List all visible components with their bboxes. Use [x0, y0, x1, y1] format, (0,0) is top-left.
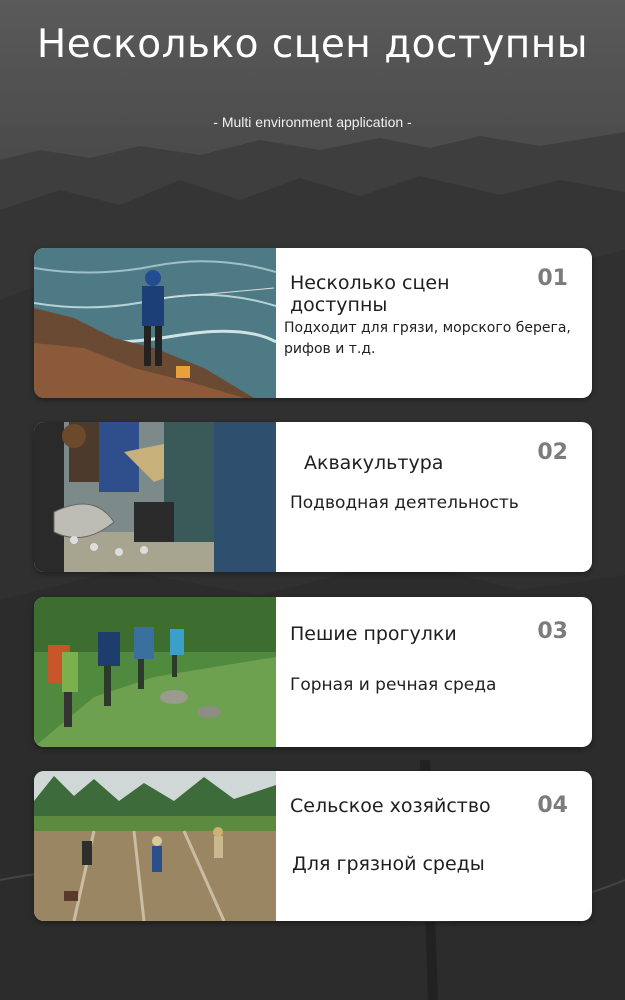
- aquaculture-image: [34, 422, 276, 572]
- card-description: Подводная деятельность: [290, 493, 519, 513]
- card-number: 03: [537, 619, 568, 644]
- page-subtitle: - Multi environment application -: [213, 114, 412, 130]
- scene-card-1: Несколько сцен доступны Подходит для гря…: [34, 248, 592, 398]
- card-description: Подходит для грязи, морского берега, риф…: [284, 320, 571, 357]
- scene-card-3: Пешие прогулки Горная и речная среда 03: [34, 597, 592, 747]
- card-description: Для грязной среды: [292, 853, 485, 875]
- card-title: Несколько сцен доступны: [290, 272, 450, 316]
- hiking-image: [34, 597, 276, 747]
- scene-card-2: Аквакультура Подводная деятельность 02: [34, 422, 592, 572]
- seashore-fishing-image: [34, 248, 276, 398]
- page-title: Несколько сцен доступны: [36, 22, 589, 67]
- farming-image: [34, 771, 276, 921]
- card-number: 01: [537, 266, 568, 291]
- card-title: Аквакультура: [304, 452, 444, 474]
- card-title: Пешие прогулки: [290, 623, 457, 645]
- card-number: 02: [537, 440, 568, 465]
- card-number: 04: [537, 793, 568, 818]
- card-title: Сельское хозяйство: [290, 795, 491, 817]
- scene-card-4: Сельское хозяйство Для грязной среды 04: [34, 771, 592, 921]
- card-description: Горная и речная среда: [290, 675, 497, 695]
